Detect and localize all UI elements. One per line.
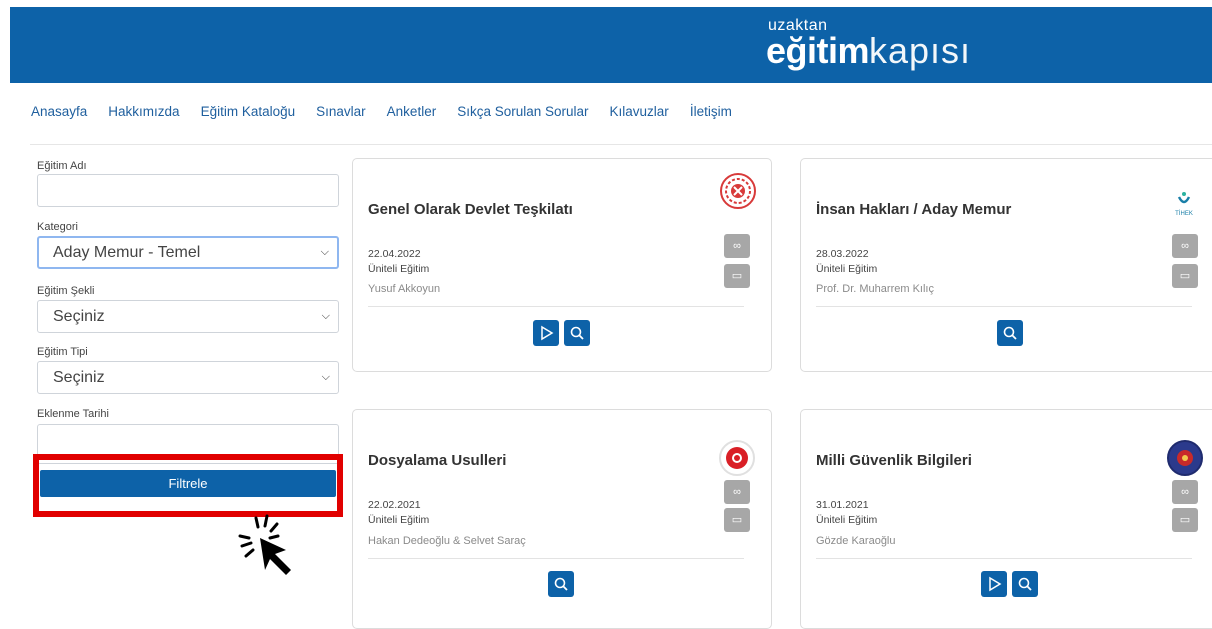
nav-item-kilavuzlar[interactable]: Kılavuzlar: [610, 104, 669, 119]
date-label: Eklenme Tarihi: [37, 408, 109, 420]
nav-item-iletisim[interactable]: İletişim: [690, 104, 732, 119]
site-header: uzaktan eğitimkapısı: [10, 7, 1212, 83]
search-button[interactable]: [548, 571, 574, 597]
presidency-seal-icon: [719, 440, 755, 476]
play-icon: [989, 576, 1002, 592]
course-card[interactable]: Dosyalama Usulleri ∞ ▭ 22.02.2021 Ünitel…: [352, 409, 772, 629]
category-select[interactable]: Aday Memur - Temel ⌵: [37, 236, 339, 269]
course-author: Gözde Karaoğlu: [816, 535, 896, 547]
unlimited-icon: ∞: [724, 480, 750, 504]
type-label: Eğitim Tipi: [37, 346, 88, 358]
course-author: Prof. Dr. Muharrem Kılıç: [816, 283, 934, 295]
date-input[interactable]: [37, 424, 339, 464]
unlimited-icon: ∞: [1172, 480, 1198, 504]
course-date: 22.02.2021: [368, 499, 421, 511]
video-icon: ▭: [724, 264, 750, 288]
chevron-down-icon: ⌵: [321, 371, 330, 383]
course-title[interactable]: İnsan Hakları / Aday Memur: [816, 201, 1011, 218]
card-divider: [368, 558, 744, 559]
chevron-down-icon: ⌵: [321, 310, 330, 322]
nav-item-egitim-katalogu[interactable]: Eğitim Kataloğu: [201, 104, 296, 119]
nav-item-hakkimizda[interactable]: Hakkımızda: [108, 104, 179, 119]
ministry-emblem-icon: [720, 173, 756, 209]
unlimited-icon: ∞: [724, 234, 750, 258]
method-value: Seçiniz: [53, 308, 105, 325]
nav-divider: [30, 144, 1212, 145]
category-label: Kategori: [37, 221, 78, 233]
chevron-down-icon: ⌵: [320, 246, 329, 258]
course-title[interactable]: Dosyalama Usulleri: [368, 452, 506, 469]
search-icon: [570, 326, 584, 340]
course-card[interactable]: Genel Olarak Devlet Teşkilatı ∞ ▭ 22.04.…: [352, 158, 772, 372]
play-button[interactable]: [981, 571, 1007, 597]
logo-thin-text: kapısı: [869, 30, 972, 71]
search-icon: [554, 577, 568, 591]
card-divider: [816, 558, 1192, 559]
name-input[interactable]: [37, 174, 339, 207]
video-icon: ▭: [1172, 508, 1198, 532]
search-button[interactable]: [564, 320, 590, 346]
course-type: Üniteli Eğitim: [368, 263, 430, 275]
type-select[interactable]: Seçiniz ⌵: [37, 361, 339, 394]
svg-text:TİHEK: TİHEK: [1175, 210, 1193, 217]
course-type: Üniteli Eğitim: [368, 514, 430, 526]
name-label: Eğitim Adı: [37, 160, 87, 172]
tihek-logo: TİHEK: [1169, 189, 1199, 219]
course-date: 28.03.2022: [816, 248, 869, 260]
course-date: 22.04.2022: [368, 248, 421, 260]
course-author: Yusuf Akkoyun: [368, 283, 441, 295]
play-button[interactable]: [533, 320, 559, 346]
search-button[interactable]: [997, 320, 1023, 346]
search-button[interactable]: [1012, 571, 1038, 597]
unlimited-icon: ∞: [1172, 234, 1198, 258]
method-select[interactable]: Seçiniz ⌵: [37, 300, 339, 333]
course-author: Hakan Dedeoğlu & Selvet Saraç: [368, 535, 526, 547]
course-card[interactable]: Milli Güvenlik Bilgileri ∞ ▭ 31.01.2021 …: [800, 409, 1212, 629]
category-value: Aday Memur - Temel: [53, 244, 201, 261]
course-type: Üniteli Eğitim: [816, 263, 878, 275]
nav-item-sss[interactable]: Sıkça Sorulan Sorular: [457, 104, 588, 119]
course-card[interactable]: İnsan Hakları / Aday Memur TİHEK ∞ ▭ 28.…: [800, 158, 1212, 372]
video-icon: ▭: [1172, 264, 1198, 288]
course-title[interactable]: Milli Güvenlik Bilgileri: [816, 452, 972, 469]
logo-bold-text: eğitim: [766, 30, 870, 71]
video-icon: ▭: [724, 508, 750, 532]
method-label: Eğitim Şekli: [37, 285, 95, 297]
course-date: 31.01.2021: [816, 499, 869, 511]
main-nav: Anasayfa Hakkımızda Eğitim Kataloğu Sına…: [31, 104, 753, 119]
search-icon: [1018, 577, 1032, 591]
course-type: Üniteli Eğitim: [816, 514, 878, 526]
course-title[interactable]: Genel Olarak Devlet Teşkilatı: [368, 201, 573, 218]
card-divider: [368, 306, 744, 307]
nav-item-anketler[interactable]: Anketler: [387, 104, 437, 119]
click-cursor-icon: [238, 514, 291, 575]
search-icon: [1003, 326, 1017, 340]
nav-item-sinavlar[interactable]: Sınavlar: [316, 104, 366, 119]
play-icon: [541, 325, 554, 341]
security-seal-icon: [1167, 440, 1203, 476]
filter-button[interactable]: Filtrele: [40, 470, 336, 497]
nav-item-anasayfa[interactable]: Anasayfa: [31, 104, 87, 119]
type-value: Seçiniz: [53, 369, 105, 386]
card-divider: [816, 306, 1192, 307]
